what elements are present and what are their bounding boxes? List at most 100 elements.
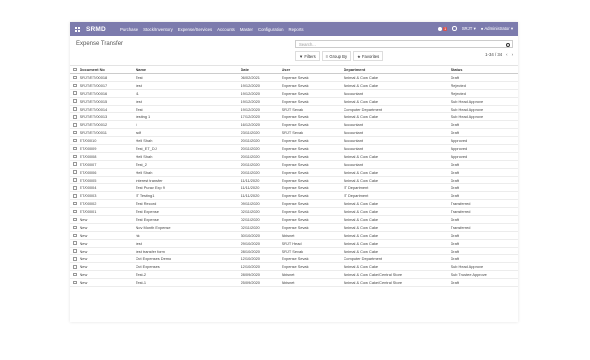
column-header-document-no[interactable]: Document No <box>80 67 136 72</box>
row-checkbox[interactable] <box>73 225 77 230</box>
row-checkbox[interactable] <box>73 75 77 80</box>
menu-item-purchase[interactable]: Purchase <box>120 27 138 32</box>
menu-item-reports[interactable]: Reports <box>289 27 304 32</box>
table-row[interactable]: New test transfer form 28/10/2020 SRJT Seva… <box>70 248 518 256</box>
pager-value[interactable]: 1-34 / 34 <box>485 52 502 57</box>
row-checkbox[interactable] <box>73 146 77 151</box>
table-row[interactable]: New hk 30/10/2020 Abisnet Animal & Cow Cake D… <box>70 232 518 240</box>
row-checkbox[interactable] <box>73 280 77 285</box>
row-checkbox[interactable] <box>73 233 77 237</box>
row-checkbox[interactable] <box>73 123 77 127</box>
row-checkbox[interactable] <box>73 130 77 135</box>
row-checkbox[interactable] <box>73 170 77 174</box>
cell-department: Accountant <box>343 138 363 144</box>
row-checkbox[interactable] <box>73 217 77 222</box>
table-row[interactable]: SRJT/ET/00018 Test 06/02/2021 Expense Sevak… <box>70 74 518 82</box>
column-header-name[interactable]: Name <box>136 67 241 72</box>
row-checkbox[interactable] <box>73 162 77 166</box>
chevron-left-icon[interactable]: ‹ <box>506 52 507 57</box>
company-switcher[interactable]: SRJT ▾ <box>462 26 476 32</box>
chevron-right-icon[interactable]: › <box>512 52 513 57</box>
row-checkbox[interactable] <box>73 107 77 111</box>
table-row[interactable]: ET/00002 Test Record 09/11/2020 Expense Sev… <box>70 200 518 209</box>
row-checkbox[interactable] <box>73 138 77 143</box>
table-row[interactable]: ET/00008 Heli Shah 20/11/2020 Expense Sevak… <box>70 153 518 161</box>
table-row[interactable]: ET/00003 IT Testing1 11/11/2020 Expense Sev… <box>70 192 518 201</box>
menu-item-stock-inventory[interactable]: Stock/Inventory <box>143 27 173 32</box>
table-row[interactable]: New Test Expense 02/11/2020 Expense Sevak An… <box>70 216 518 224</box>
row-checkbox[interactable] <box>73 91 77 95</box>
row-checkbox[interactable] <box>73 115 77 119</box>
table-row[interactable]: ET/00009 Test_ET_DJ 20/11/2020 Expense Seva… <box>70 145 518 153</box>
column-header-department[interactable]: Department <box>344 67 451 72</box>
cell-user: Expense Sevak <box>281 98 309 104</box>
row-checkbox[interactable] <box>73 257 77 261</box>
row-checkbox[interactable] <box>73 209 77 214</box>
cell-name: Test Record <box>135 201 157 207</box>
row-checkbox[interactable] <box>73 241 77 245</box>
row-checkbox[interactable] <box>73 194 77 198</box>
chat-icon[interactable]: 1 <box>438 26 448 32</box>
table-row[interactable]: New Test-2 28/09/2020 Abisnet Animal & Cow C… <box>70 271 518 280</box>
clock-icon[interactable] <box>452 26 457 32</box>
cell-document-no: SRJT/ET/00011 <box>79 130 107 136</box>
favorites-button[interactable]: ★ Favorites <box>353 51 384 61</box>
row-checkbox[interactable] <box>73 201 77 206</box>
table-row[interactable]: New Nov Month Expense 02/11/2020 Expense Se… <box>70 224 518 232</box>
row-checkbox[interactable] <box>73 154 77 159</box>
table-row[interactable]: New Oct Expenses Demo 12/10/2020 Expense Se… <box>70 255 518 264</box>
cell-department: Animal & Cow Cake <box>343 177 379 183</box>
apps-grid-icon[interactable] <box>75 26 80 32</box>
table-row[interactable]: ET/00001 Test Expense 02/11/2020 Expense Se… <box>70 208 518 217</box>
cell-user: Expense Sevak <box>281 177 309 183</box>
table-row[interactable]: ET/00006 Heli Shah 20/11/2020 Expense Sevak… <box>70 169 518 177</box>
cell-status: Transferred <box>450 201 471 207</box>
user-menu[interactable]: ● Administrator ▾ <box>481 26 513 32</box>
table-row[interactable]: New Oct Expenses 12/10/2020 Expense Sevak An… <box>70 263 518 272</box>
table-row[interactable]: New Test-1 25/09/2020 Abisnet Animal & Cow C… <box>70 279 518 288</box>
cell-user: Expense Sevak <box>281 82 309 88</box>
table-row[interactable]: SRJT/ET/00016 t1 19/12/2020 Expense Sevak Ac… <box>70 90 518 98</box>
cell-document-no: New <box>79 272 88 278</box>
table-row[interactable]: ET/00010 Heli Shah 20/11/2020 Expense Sevak… <box>70 137 518 146</box>
cell-name: Nov Month Expense <box>135 224 171 230</box>
table-row[interactable]: SRJT/ET/00017 test 19/12/2020 Expense Sevak… <box>70 82 518 90</box>
table-row[interactable]: SRJT/ET/00012 t 16/12/2020 Expense Sevak Acc… <box>70 121 518 130</box>
table-row[interactable]: SRJT/ET/00015 test 19/12/2020 Expense Sevak… <box>70 98 518 106</box>
cell-date: 16/12/2020 <box>240 122 260 128</box>
notification-badge: 1 <box>443 26 448 31</box>
table-row[interactable]: SRJT/ET/00011 adf 23/11/2020 SRJT Sevak Acco… <box>70 129 518 138</box>
table-row[interactable]: SRJT/ET/00013 testing 1 17/12/2020 Expense … <box>70 113 518 122</box>
row-checkbox[interactable] <box>73 178 77 182</box>
table-row[interactable]: ET/00007 Test_2 20/11/2020 Expense Sevak Acc… <box>70 161 518 169</box>
table-row[interactable]: New test 29/10/2020 SRJT Head Animal & Cow C… <box>70 240 518 248</box>
cell-department: Animal & Cow Cake <box>343 240 379 246</box>
table-row[interactable]: ET/00005 interest transfer 11/11/2020 Expen… <box>70 177 518 185</box>
search-icon[interactable] <box>506 42 510 47</box>
main-menu: Purchase Stock/Inventory Expense/Service… <box>120 27 304 32</box>
menu-item-configuration[interactable]: Configuration <box>258 27 284 32</box>
cell-date: 30/10/2020 <box>240 232 260 238</box>
select-all-checkbox[interactable] <box>73 67 77 72</box>
row-checkbox[interactable] <box>73 249 77 253</box>
row-checkbox[interactable] <box>73 99 77 103</box>
column-header-user[interactable]: User <box>282 67 344 72</box>
cell-status: Draft <box>450 240 459 246</box>
menu-item-expense-services[interactable]: Expense/Services <box>178 27 212 32</box>
row-checkbox[interactable] <box>73 265 77 269</box>
column-header-status[interactable]: Status <box>451 67 511 72</box>
column-header-date[interactable]: Date <box>241 67 282 72</box>
menu-item-accounts[interactable]: Accounts <box>217 27 235 32</box>
row-checkbox[interactable] <box>73 186 77 190</box>
group-by-button[interactable]: ≡ Group By <box>321 51 352 61</box>
table-row[interactable]: ET/00004 Test Purav Exp 9 11/11/2020 Expens… <box>70 184 518 193</box>
filters-button[interactable]: ▼ Filters <box>295 51 320 61</box>
row-checkbox[interactable] <box>73 272 77 277</box>
row-checkbox[interactable] <box>73 83 77 88</box>
chevron-down-icon: ▾ <box>473 26 476 31</box>
brand-logo[interactable]: SRMD <box>86 26 106 33</box>
search-input[interactable]: Search... <box>295 40 513 48</box>
cell-user: Abisnet <box>281 232 295 238</box>
table-row[interactable]: SRJT/ET/00014 Test 19/12/2020 SRJT Sevak Com… <box>70 106 518 114</box>
menu-item-master[interactable]: Master <box>240 27 253 32</box>
